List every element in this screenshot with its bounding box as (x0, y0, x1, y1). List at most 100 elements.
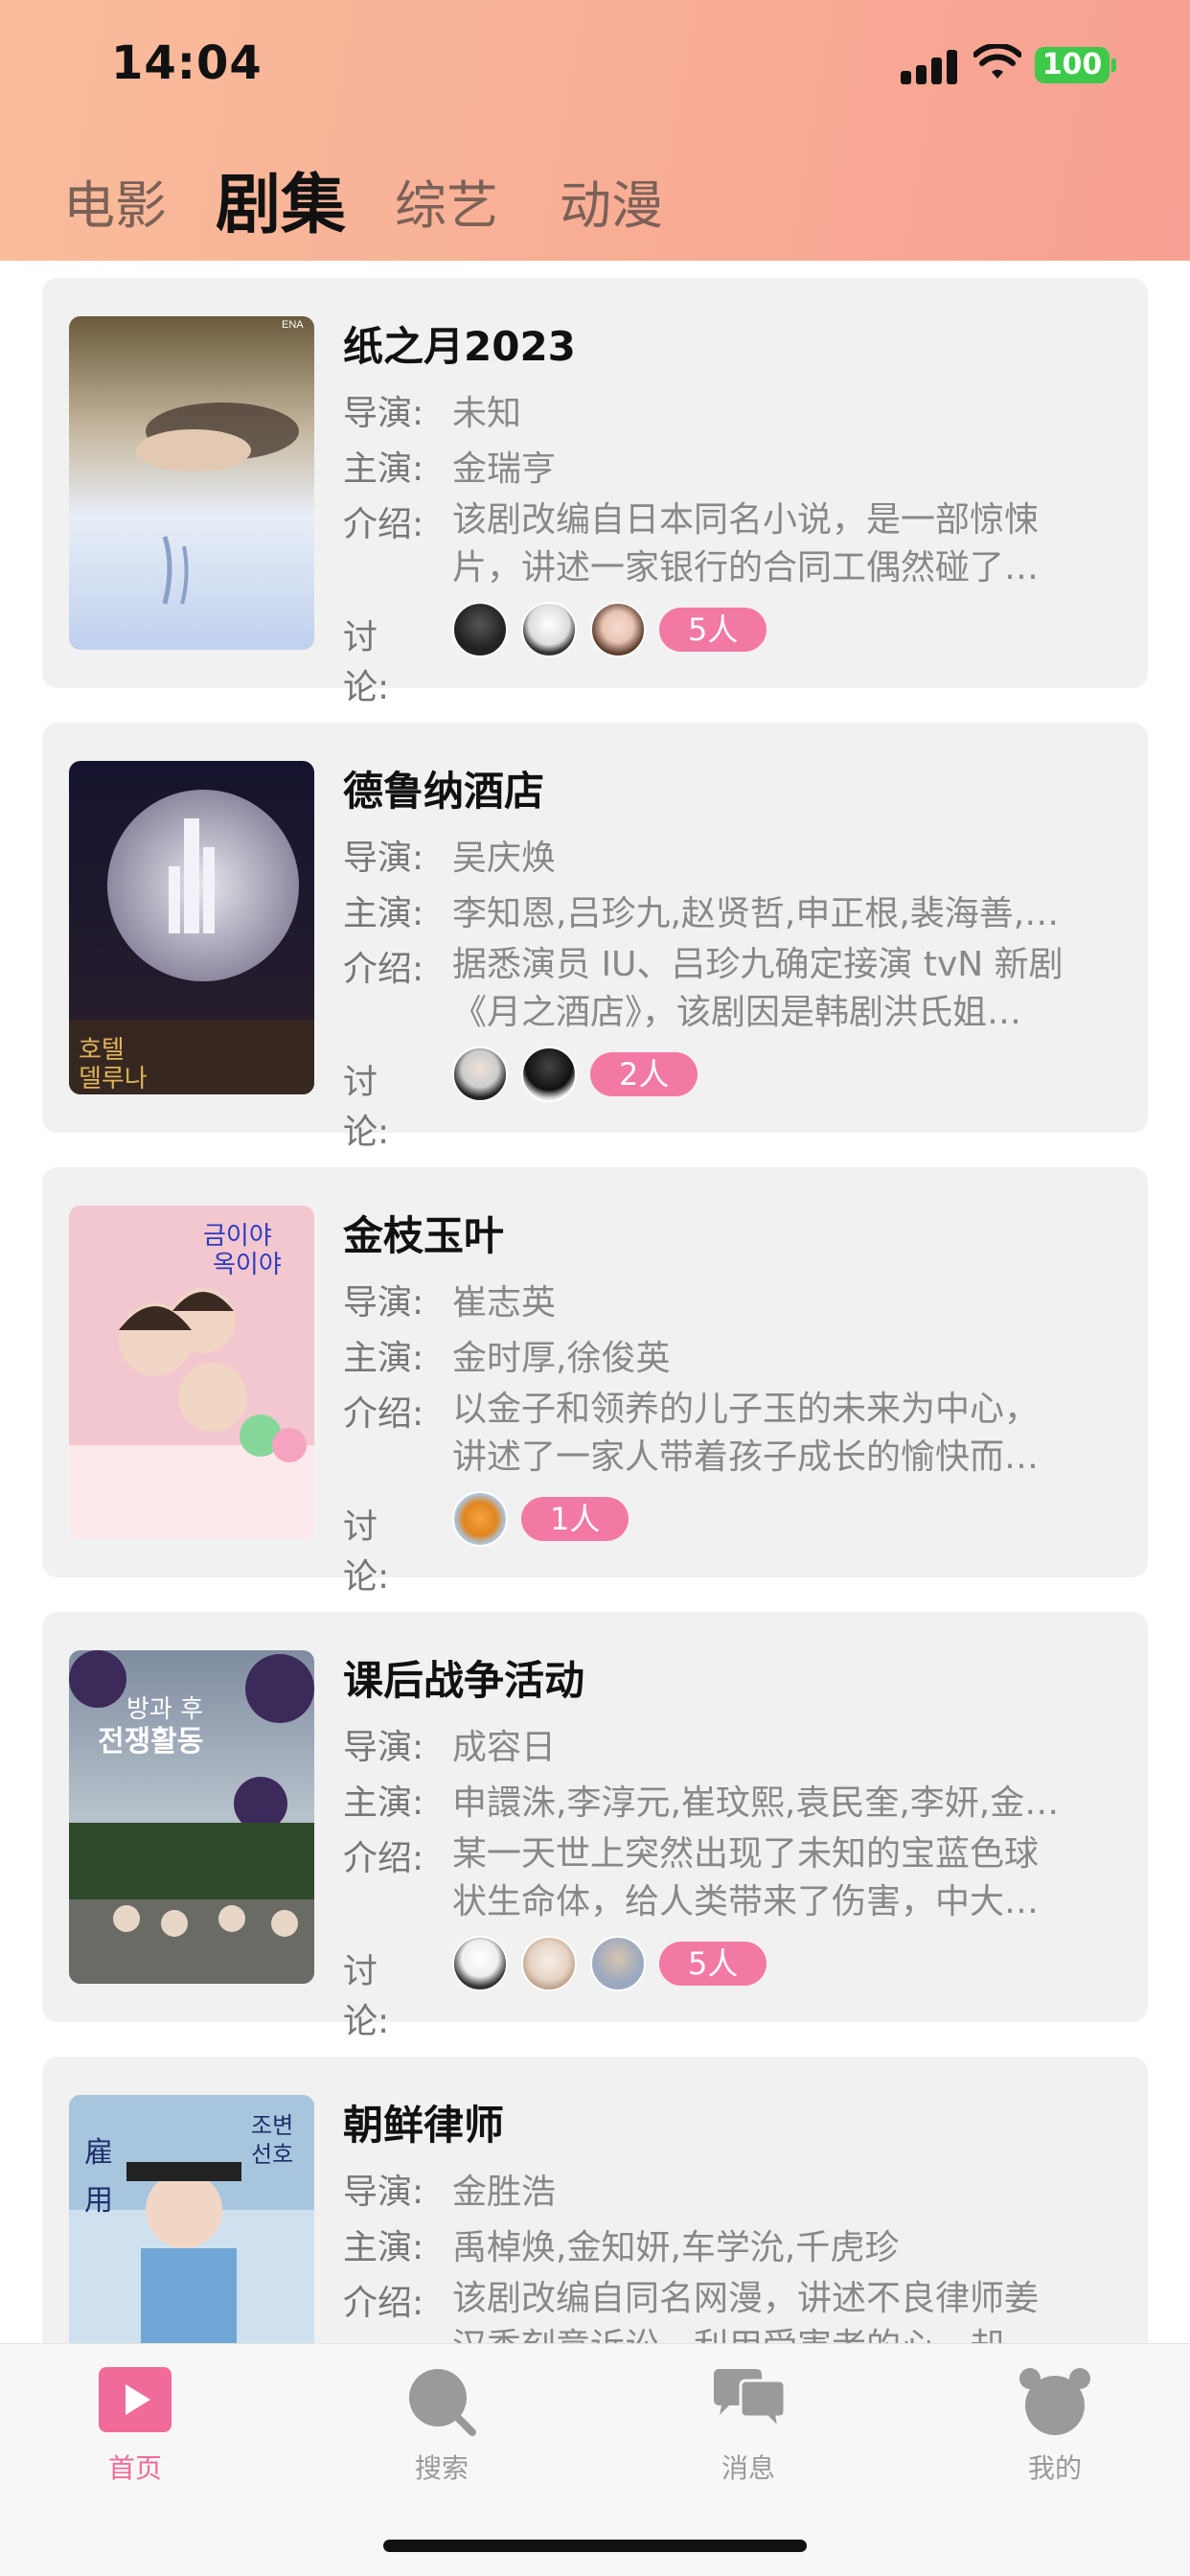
intro-row: 介绍: 某一天世上突然出现了未知的宝蓝色球 状生命体，给人类带来了伤害，中大… (343, 1830, 1129, 1926)
director-value: 吴庆焕 (452, 839, 557, 878)
director-row: 导演: 未知 (343, 385, 521, 435)
intro-row: 介绍: 该剧改编自同名网漫，讲述不良律师姜 汉秀刻意诉讼，利用受害者的心，却… (343, 2275, 1129, 2343)
discussion-label: 讨论: (343, 1063, 390, 1152)
director-label: 导演: (343, 394, 424, 433)
header: 14:04 100 电影 剧集 综艺 动漫 (0, 0, 1190, 261)
intro-text-line: 某一天世上突然出现了未知的宝蓝色球 (452, 1834, 1040, 1874)
intro-text-line: 据悉演员 IU、吕珍九确定接演 tvN 新剧 (452, 945, 1064, 984)
director-row: 导演: 金胜浩 (343, 2164, 556, 2214)
tab-variety[interactable]: 综艺 (395, 163, 498, 239)
cast-label: 主演: (343, 1339, 424, 1378)
wifi-icon (973, 44, 1021, 79)
intro-row: 介绍: 该剧改编自日本同名小说，是一部惊悚 片，讲述一家银行的合同工偶然碰了… (343, 496, 1129, 592)
cast-label: 主演: (343, 894, 424, 933)
nav-search-label: 搜索 (414, 2452, 469, 2484)
director-row: 导演: 成容日 (343, 1719, 556, 1769)
show-poster: 호텔 델루나 (69, 761, 314, 1094)
director-row: 导演: 吴庆焕 (343, 830, 556, 880)
intro-label: 介绍: (343, 2284, 424, 2323)
show-poster: 방과 후 전쟁활동 (69, 1650, 314, 1984)
search-icon (405, 2367, 478, 2436)
director-row: 导演: 崔志英 (343, 1275, 556, 1324)
cellular-signal-icon (901, 46, 960, 84)
director-label: 导演: (343, 1283, 424, 1322)
show-card[interactable]: 금이야 옥이야 金枝玉叶 导演: 崔志英 主演: 金时厚,徐俊英 介绍: 以金子和领… (42, 1167, 1148, 1597)
show-poster: 雇 用 조변 선호 (69, 2095, 314, 2343)
svg-text:조변: 조변 (251, 2112, 293, 2139)
intro-text-line: 《月之酒店》，该剧因是韩剧洪氏姐… (452, 993, 1022, 1032)
show-title: 课后战争活动 (343, 1657, 585, 1704)
svg-text:금이야: 금이야 (203, 1222, 272, 1251)
svg-text:방과 후: 방과 후 (126, 1695, 203, 1724)
show-card[interactable]: 雇 用 조변 선호 朝鲜律师 导演: 金胜浩 主演: 禹棹焕,金知妍,车学沇,千虎珍… (42, 2057, 1148, 2343)
nav-profile[interactable]: 我的 (978, 2367, 1132, 2486)
cast-value: 禹棹焕,金知妍,车学沇,千虎珍 (452, 2228, 900, 2267)
show-card[interactable]: 호텔 델루나 德鲁纳酒店 导演: 吴庆焕 主演: 李知恩,吕珍九,赵贤哲,申正根,裴… (42, 723, 1148, 1152)
intro-label: 介绍: (343, 1839, 424, 1878)
intro-label: 介绍: (343, 950, 424, 989)
avatar[interactable] (590, 1936, 646, 1991)
discussion-label: 讨论: (343, 618, 390, 707)
avatar[interactable] (452, 1491, 508, 1547)
intro-row: 介绍: 以金子和领养的儿子玉的未来为中心， 讲述了一家人带着孩子成长的愉快而… (343, 1386, 1129, 1482)
nav-profile-label: 我的 (1027, 2452, 1082, 2484)
director-label: 导演: (343, 2173, 424, 2212)
intro-text-line: 片，讲述一家银行的合同工偶然碰了… (452, 548, 1040, 587)
svg-text:선호: 선호 (251, 2141, 293, 2168)
avatar[interactable] (521, 1046, 577, 1102)
svg-text:델루나: 델루나 (79, 1065, 148, 1093)
svg-text:ENA: ENA (282, 319, 304, 331)
intro-text-line: 状生命体，给人类带来了伤害，中大… (452, 1882, 1040, 1921)
play-icon (99, 2367, 172, 2436)
avatar[interactable] (521, 1936, 577, 1991)
cast-row: 主演: 李知恩,吕珍九,赵贤哲,申正根,裴海善,… (343, 886, 1059, 935)
category-tabs: 电影 剧集 综艺 动漫 (0, 144, 1190, 249)
battery-indicator: 100 (1035, 47, 1116, 83)
intro-label: 介绍: (343, 1394, 424, 1434)
nav-home-label: 首页 (107, 2452, 162, 2484)
participant-count-badge: 5人 (659, 608, 767, 652)
cast-row: 主演: 金时厚,徐俊英 (343, 1330, 670, 1380)
tab-series[interactable]: 剧集 (216, 151, 346, 246)
cast-value: 金瑞亨 (452, 449, 557, 489)
intro-text-line: 以金子和领养的儿子玉的未来为中心， (452, 1390, 1040, 1429)
tab-movies[interactable]: 电影 (63, 163, 167, 239)
participant-count-badge: 1人 (521, 1497, 629, 1541)
cast-row: 主演: 禹棹焕,金知妍,车学沇,千虎珍 (343, 2220, 899, 2269)
director-value: 金胜浩 (452, 2173, 557, 2212)
svg-text:用: 用 (84, 2184, 113, 2218)
status-time: 14:04 (111, 36, 263, 90)
director-value: 未知 (452, 394, 522, 433)
show-card[interactable]: ENA 纸之月2023 导演: 未知 主演: 金瑞亨 介绍: 该剧改编自日本同名小说… (42, 278, 1148, 707)
discussion-label: 讨论: (343, 1952, 390, 2041)
cast-value: 金时厚,徐俊英 (452, 1339, 671, 1378)
show-title: 金枝玉叶 (343, 1212, 505, 1259)
show-poster: ENA (69, 316, 314, 650)
svg-text:전쟁활동: 전쟁활동 (98, 1725, 203, 1759)
svg-text:雇: 雇 (84, 2136, 113, 2170)
cast-value: 申譞洙,李淳元,崔玟熙,袁民奎,李妍,金… (452, 1783, 1060, 1823)
nav-search[interactable]: 搜索 (365, 2367, 518, 2486)
svg-text:호텔: 호텔 (79, 1036, 125, 1065)
participant-avatars: 5人 (452, 602, 767, 659)
avatar[interactable] (521, 602, 577, 657)
nav-home[interactable]: 首页 (58, 2367, 212, 2486)
director-label: 导演: (343, 1728, 424, 1767)
avatar[interactable] (452, 1046, 508, 1102)
cast-row: 主演: 申譞洙,李淳元,崔玟熙,袁民奎,李妍,金… (343, 1775, 1059, 1825)
nav-messages[interactable]: 消息 (672, 2367, 825, 2486)
avatar[interactable] (452, 1936, 508, 1991)
participant-count-badge: 5人 (659, 1942, 767, 1986)
avatar[interactable] (590, 602, 646, 657)
director-value: 成容日 (452, 1728, 557, 1767)
cast-label: 主演: (343, 1783, 424, 1823)
home-indicator (383, 2540, 807, 2552)
tab-anime[interactable]: 动漫 (560, 163, 663, 239)
show-card[interactable]: 방과 후 전쟁활동 课后战争活动 导演: 成容日 主演: 申譞洙,李淳元,崔玟熙,袁… (42, 1612, 1148, 2041)
nav-messages-label: 消息 (721, 2452, 775, 2484)
cast-value: 李知恩,吕珍九,赵贤哲,申正根,裴海善,… (452, 894, 1060, 933)
avatar[interactable] (452, 602, 508, 657)
intro-row: 介绍: 据悉演员 IU、吕珍九确定接演 tvN 新剧 《月之酒店》，该剧因是韩剧… (343, 941, 1129, 1037)
status-bar: 14:04 100 (0, 0, 1190, 134)
participant-avatars: 1人 (452, 1491, 629, 1549)
